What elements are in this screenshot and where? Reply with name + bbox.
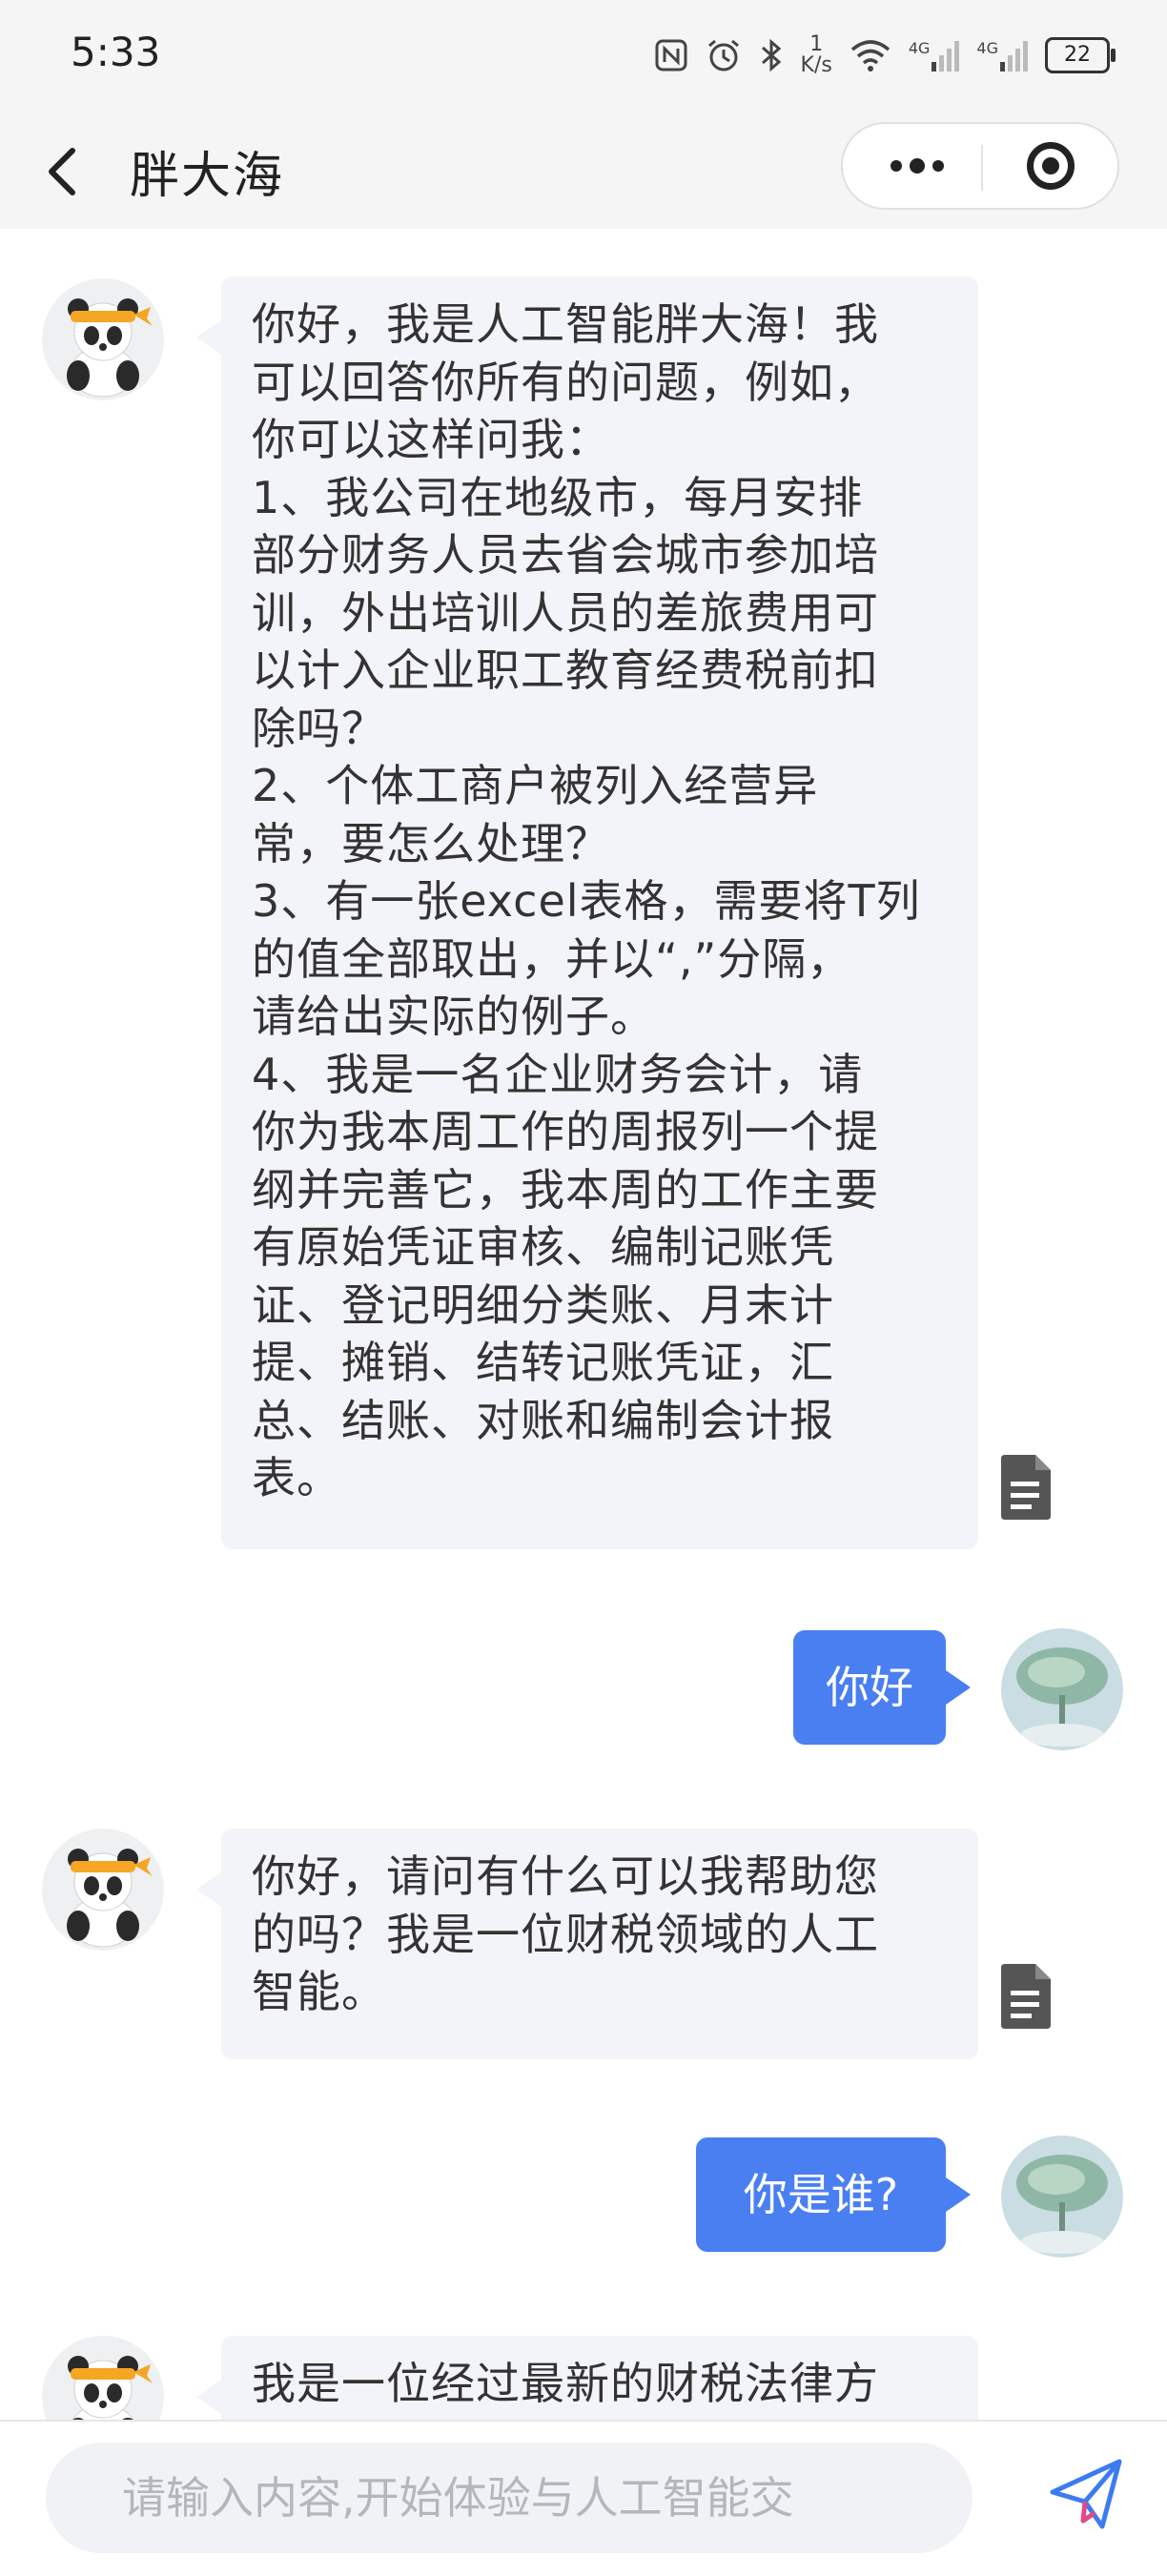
message-line: 可以回答你所有的问题，例如，: [252, 356, 879, 408]
back-icon[interactable]: [38, 137, 95, 206]
message-line: 的值全部取出，并以“,”分隔，: [252, 932, 852, 985]
message-line: 我是一位经过最新的财税法律方: [252, 2358, 879, 2409]
panda-avatar: [42, 278, 164, 400]
page-title: 胖大海: [130, 148, 285, 205]
user-avatar: [1001, 1628, 1123, 1750]
message-input[interactable]: [46, 2443, 972, 2553]
copy-document-icon[interactable]: [997, 1453, 1054, 1522]
user-message: 你是谁?: [696, 2137, 971, 2252]
alarm-icon: [707, 39, 739, 72]
message-line: 有原始凭证审核、编制记账凭: [252, 1221, 834, 1273]
signal-bars-icon: [1000, 39, 1028, 72]
assistant-message: 我是一位经过最新的财税法律方: [196, 2336, 978, 2422]
message-line: 3、有一张excel表格，需要将T列: [252, 875, 921, 927]
message-line: 除吗？: [252, 702, 386, 754]
title-bar: 胖大海: [0, 114, 1167, 229]
user-avatar: [1001, 2136, 1123, 2258]
assistant-message: 你好，请问有什么可以我帮助您 的吗？我是一位财税领域的人工 智能。: [196, 1829, 978, 2059]
message-line: 的吗？我是一位财税领域的人工: [252, 1908, 879, 1960]
nfc-icon: [655, 39, 687, 72]
more-icon[interactable]: [879, 124, 955, 208]
net-speed: 1 K/s: [800, 32, 832, 77]
capsule-divider: [981, 145, 983, 191]
status-icons: 1 K/s 4G 4G 22: [654, 27, 1116, 84]
bluetooth-icon: [761, 38, 781, 72]
status-time: 5:33: [71, 29, 161, 75]
message-line: 表。: [252, 1452, 341, 1503]
signal-bars-icon: [932, 39, 960, 72]
message-line: 你好，我是人工智能胖大海！我: [252, 298, 879, 350]
message-line: 你为我本周工作的周报列一个提: [252, 1106, 879, 1157]
battery-icon: 22: [1045, 37, 1116, 73]
assistant-message: 你好，我是人工智能胖大海！我 可以回答你所有的问题，例如， 你可以这样问我： 1…: [196, 276, 978, 1549]
message-line: 总、结账、对账和编制会计报: [252, 1394, 834, 1446]
message-line: 证、登记明细分类账、月末计: [252, 1278, 834, 1331]
message-line: 1、我公司在地级市，每月安排: [252, 471, 864, 523]
message-line: 请给出实际的例子。: [252, 991, 655, 1042]
status-bar: 5:33 1 K/s 4G 4G 22: [0, 0, 1167, 114]
signal-1: 4G: [909, 39, 960, 72]
message-line: 智能。: [252, 1966, 386, 2017]
message-line: 训，外出培训人员的差旅费用可: [252, 586, 879, 639]
message-line: 纲并完善它，我本周的工作主要: [252, 1163, 879, 1216]
miniprogram-capsule: [841, 122, 1119, 210]
chat-list[interactable]: 你好，我是人工智能胖大海！我 可以回答你所有的问题，例如， 你可以这样问我： 1…: [0, 229, 1167, 2422]
message-line: 你可以这样问我：: [252, 414, 610, 465]
message-line: 以计入企业职工教育经费税前扣: [252, 644, 879, 696]
copy-document-icon[interactable]: [997, 1962, 1054, 2031]
user-message: 你好: [793, 1630, 971, 1745]
message-line: 提、摊销、结转记账凭证，汇: [252, 1337, 834, 1388]
message-line: 4、我是一名企业财务会计，请: [252, 1048, 864, 1100]
message-line: 你好，请问有什么可以我帮助您: [252, 1850, 879, 1902]
panda-avatar: [42, 2336, 164, 2422]
panda-avatar: [42, 1829, 164, 1951]
message-line: 部分财务人员去省会城市参加培: [252, 529, 879, 581]
wifi-icon: [850, 40, 890, 72]
input-bar: [0, 2420, 1167, 2576]
signal-2: 4G: [976, 39, 1028, 72]
message-line: 2、个体工商户被列入经营异: [252, 760, 819, 811]
message-line: 常，要怎么处理？: [252, 817, 610, 869]
send-icon[interactable]: [1047, 2454, 1127, 2534]
close-miniprogram-icon[interactable]: [1027, 142, 1075, 190]
